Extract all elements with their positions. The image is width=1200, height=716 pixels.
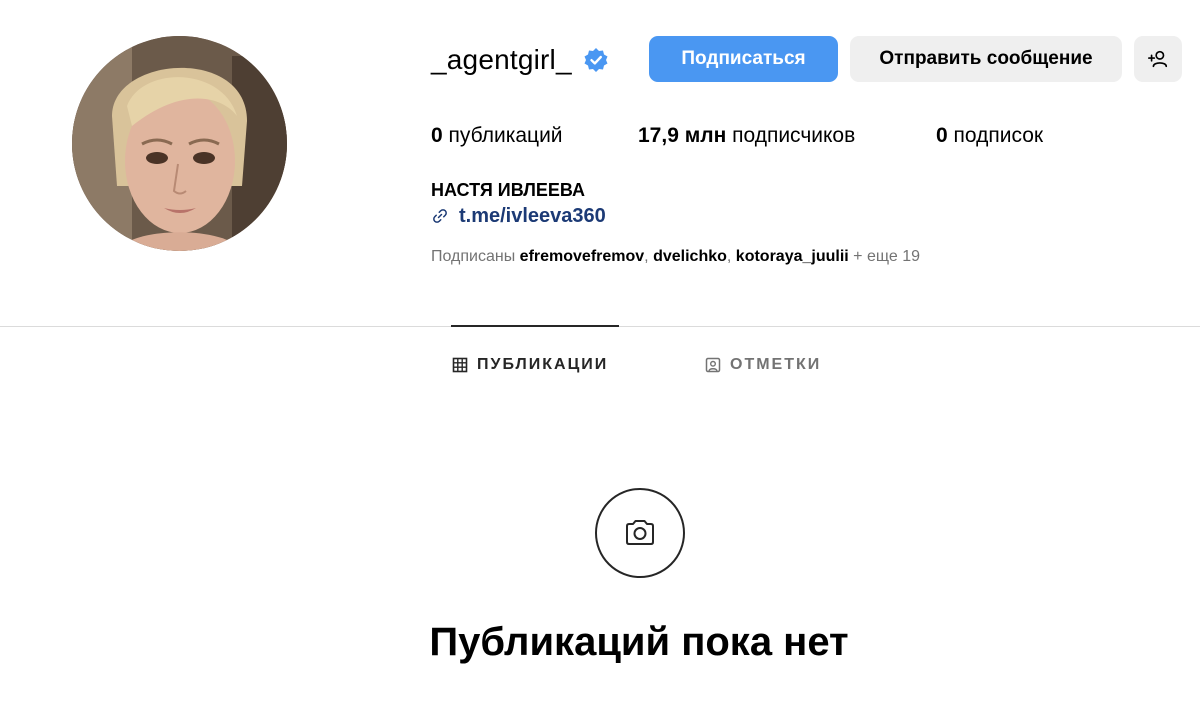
username: _agentgirl_ — [431, 44, 572, 75]
followers-count-value: 17,9 млн — [638, 124, 727, 147]
camera-icon — [626, 520, 654, 545]
verified-badge-icon — [584, 48, 608, 72]
full-name: НАСТЯ ИВЛЕЕВА — [431, 180, 586, 200]
active-tab-indicator — [451, 325, 619, 327]
tab-posts[interactable]: ПУБЛИКАЦИИ — [452, 353, 608, 377]
grid-icon — [452, 357, 468, 373]
send-message-button[interactable]: Отправить сообщение — [850, 36, 1122, 82]
followers-count-label: подписчиков — [732, 124, 856, 147]
profile-link[interactable]: t.me/ivleeva360 — [431, 203, 606, 229]
profile-link-text: t.me/ivleeva360 — [459, 204, 606, 227]
profile-photo — [72, 36, 287, 251]
add-person-icon — [1148, 50, 1168, 68]
following-count[interactable]: 0 подписок — [936, 122, 1043, 150]
posts-count-value: 0 — [431, 124, 443, 147]
followed-by[interactable]: Подписаны efremovefremov, dvelichko, kot… — [431, 246, 920, 268]
tagged-icon — [705, 357, 721, 373]
tab-posts-label: ПУБЛИКАЦИИ — [477, 356, 609, 373]
follow-button[interactable]: Подписаться — [649, 36, 838, 82]
followed-by-account[interactable]: efremovefremov — [520, 248, 645, 265]
tab-tagged-label: ОТМЕТКИ — [730, 356, 822, 373]
followed-by-prefix: Подписаны — [431, 248, 516, 265]
followed-by-more: + еще 19 — [853, 248, 920, 265]
link-icon — [433, 209, 447, 223]
camera-icon-container — [595, 488, 685, 578]
followers-count[interactable]: 17,9 млн подписчиков — [638, 122, 855, 150]
add-person-button[interactable] — [1134, 36, 1182, 82]
posts-count: 0 публикаций — [431, 122, 563, 150]
avatar[interactable] — [72, 36, 287, 251]
followed-by-account[interactable]: kotoraya_juulii — [736, 248, 849, 265]
posts-count-label: публикаций — [448, 124, 563, 147]
following-count-value: 0 — [936, 124, 948, 147]
followed-by-account[interactable]: dvelichko — [653, 248, 727, 265]
tab-tagged[interactable]: ОТМЕТКИ — [705, 353, 821, 377]
empty-state-title: Публикаций пока нет — [429, 620, 849, 664]
profile-page: _agentgirl_ Подписаться Отправить сообще… — [0, 0, 1200, 716]
following-count-label: подписок — [953, 124, 1044, 147]
